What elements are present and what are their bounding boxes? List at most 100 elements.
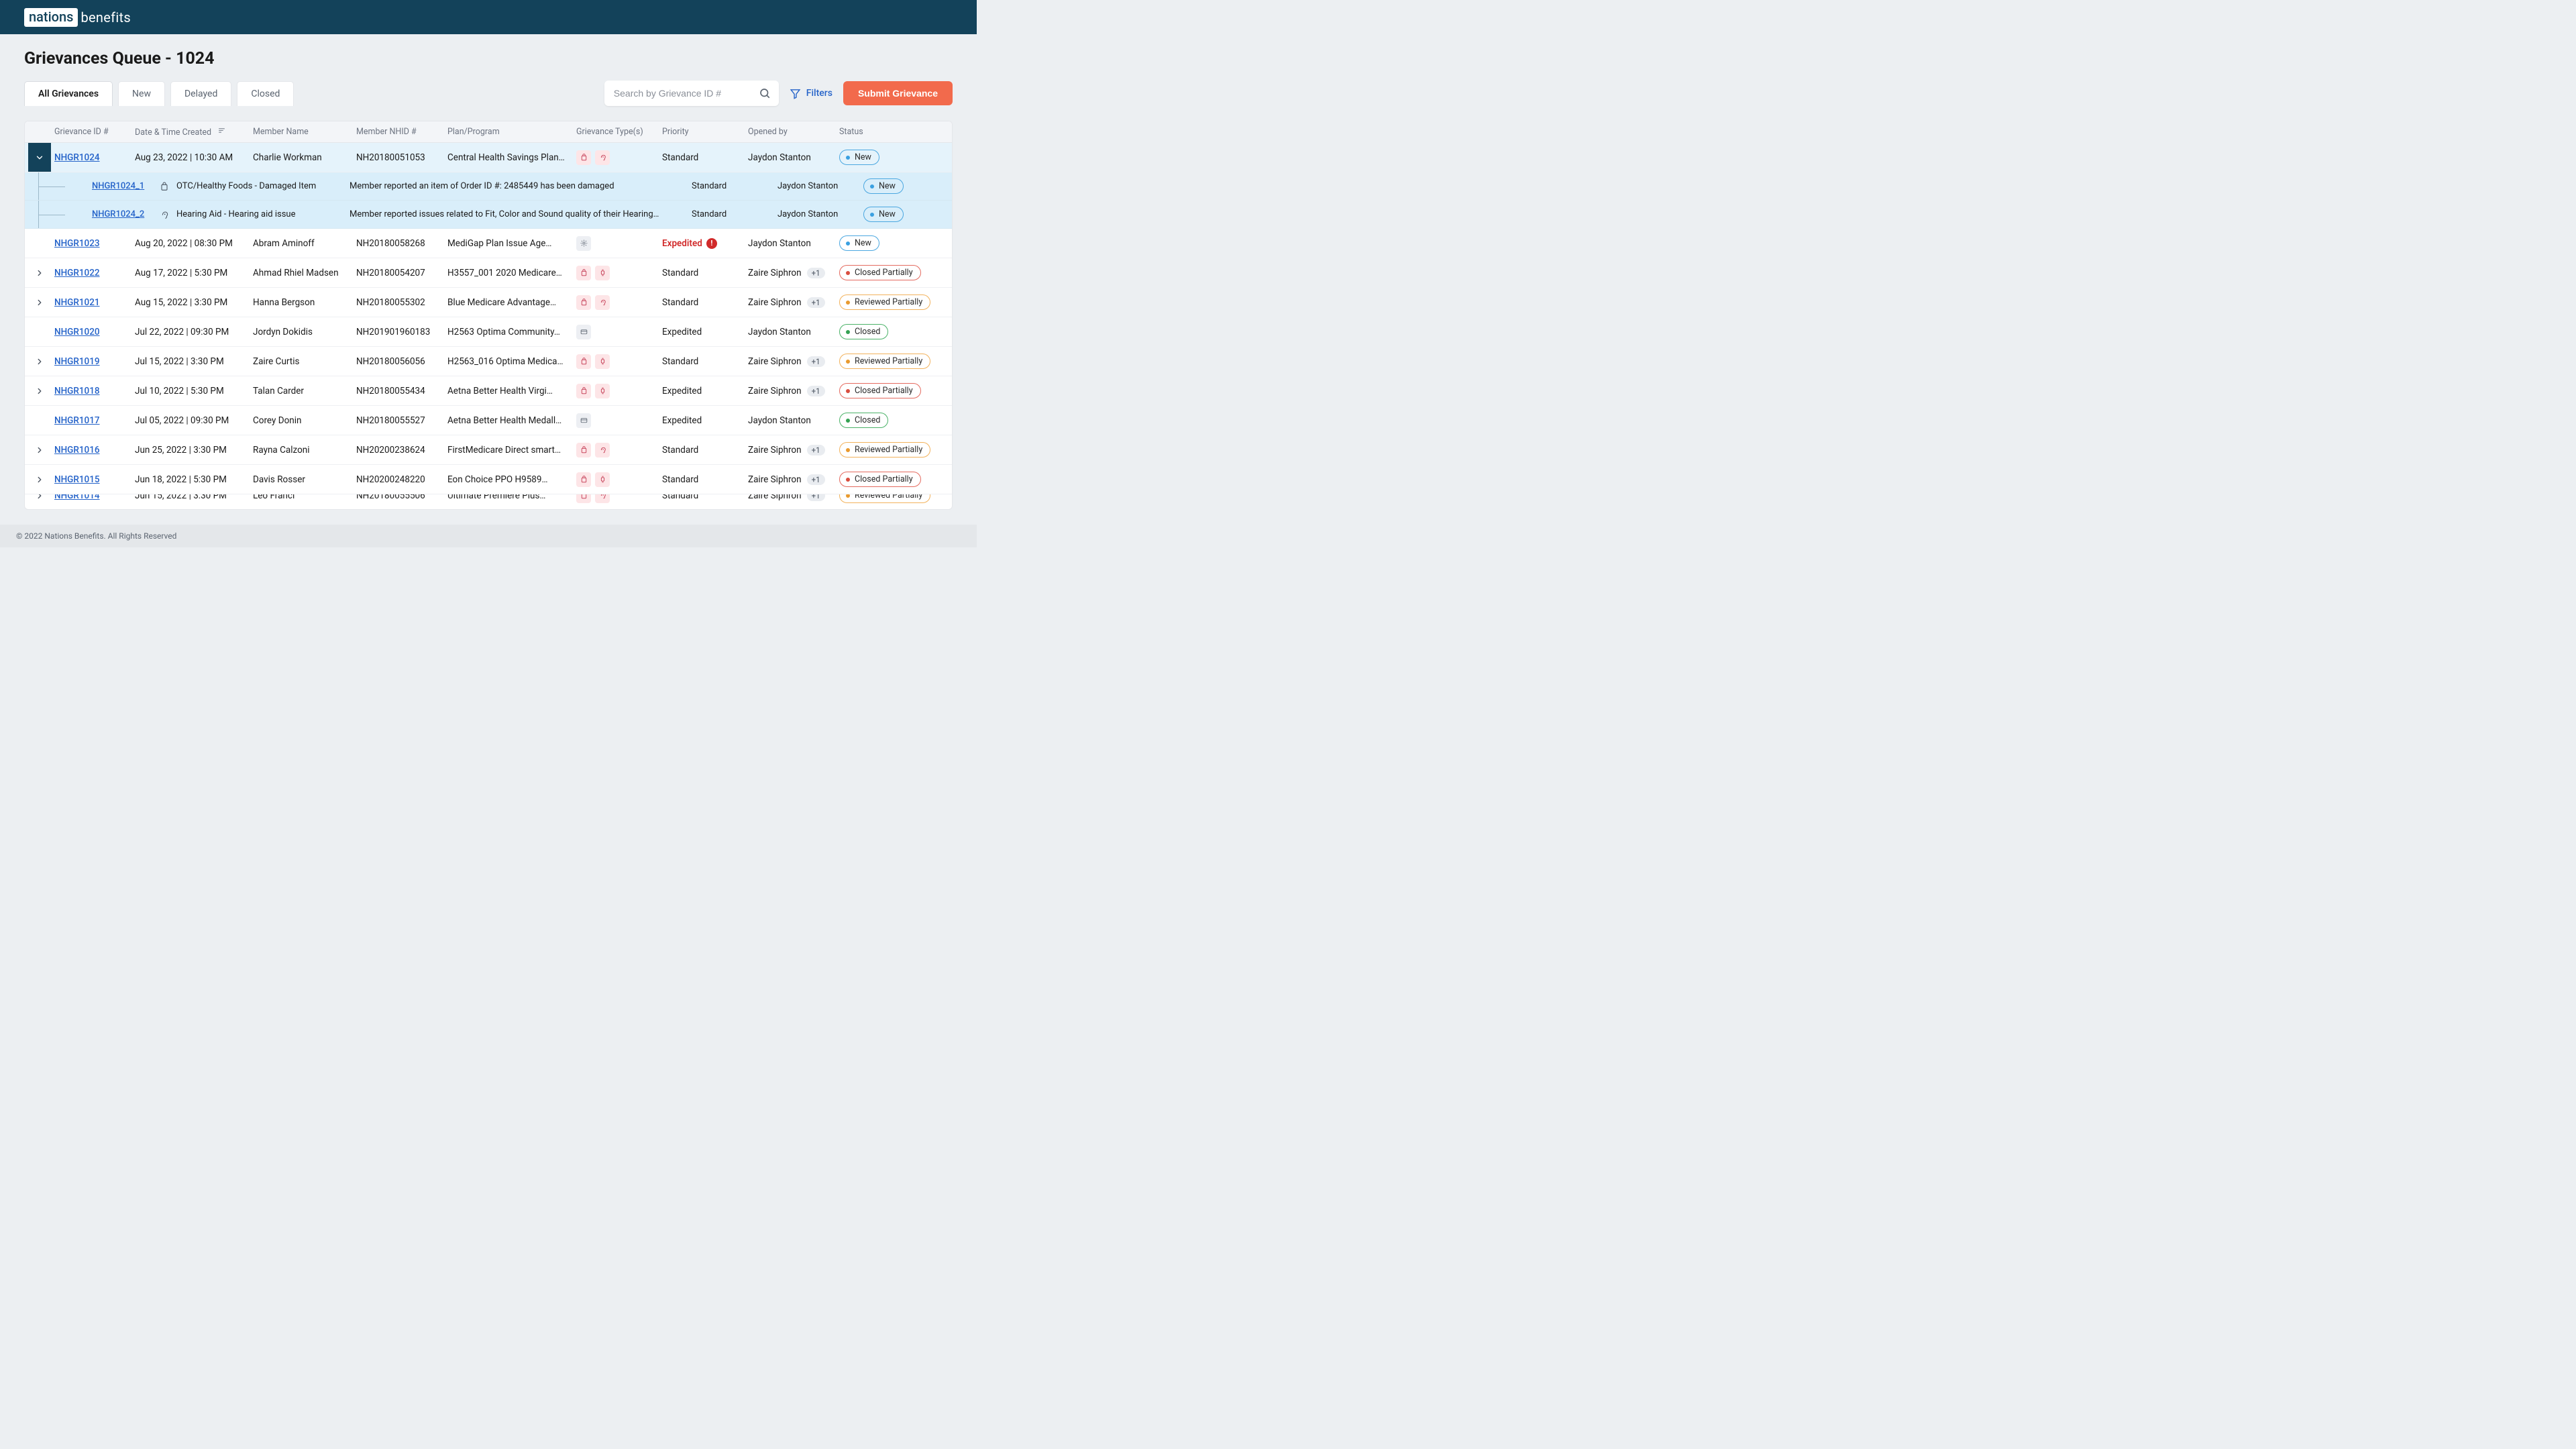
tab-closed[interactable]: Closed <box>237 81 294 106</box>
date-cell: Jul 15, 2022 | 3:30 PM <box>135 356 253 367</box>
sub-grievance-id-link[interactable]: NHGR1024_2 <box>92 209 144 219</box>
status-badge: New <box>863 178 904 194</box>
date-cell: Aug 23, 2022 | 10:30 AM <box>135 152 253 163</box>
page-title: Grievances Queue - 1024 <box>24 49 953 68</box>
chevron-cell <box>25 406 54 435</box>
status-badge: New <box>839 235 879 251</box>
col-grievance-id[interactable]: Grievance ID # <box>54 127 135 137</box>
sub-grievance-id-link[interactable]: NHGR1024_1 <box>92 181 144 191</box>
expand-button[interactable] <box>28 347 51 376</box>
ear-icon <box>159 209 170 220</box>
expand-button[interactable] <box>28 376 51 405</box>
priority-cell: Expedited! <box>662 238 748 249</box>
col-status[interactable]: Status <box>839 127 953 137</box>
type-icons-cell <box>576 413 662 428</box>
search-input[interactable] <box>614 88 759 99</box>
status-cell: Reviewed Partially <box>839 354 953 369</box>
plan-cell: H3557_001 2020 Medicare… <box>447 268 576 278</box>
collapse-button[interactable] <box>28 143 51 172</box>
col-member-name[interactable]: Member Name <box>253 127 356 137</box>
submit-grievance-button[interactable]: Submit Grievance <box>843 81 953 105</box>
grievance-id-link[interactable]: NHGR1020 <box>54 327 100 337</box>
opened-by-count-badge: +1 <box>807 297 825 308</box>
ear-icon <box>595 443 610 458</box>
tabs: All Grievances New Delayed Closed <box>24 81 294 106</box>
bag-icon <box>576 443 591 458</box>
priority-cell: Standard <box>662 356 748 367</box>
chevron-cell <box>25 494 54 503</box>
expand-button[interactable] <box>28 494 51 503</box>
nhid-cell: NH20180055506 <box>356 494 447 501</box>
watch-icon <box>595 384 610 398</box>
opened-by-cell: Jaydon Stanton <box>777 209 863 219</box>
tab-all-grievances[interactable]: All Grievances <box>24 81 113 106</box>
col-priority[interactable]: Priority <box>662 127 748 137</box>
table-row: NHGR1015 Jun 18, 2022 | 5:30 PM Davis Ro… <box>25 465 952 494</box>
opened-by-count-badge: +1 <box>807 445 825 455</box>
status-cell: Closed Partially <box>839 383 953 398</box>
filters-button[interactable]: Filters <box>790 88 833 99</box>
status-cell: New <box>839 150 953 165</box>
plan-cell: Ultimate Premiere Plus… <box>447 494 576 501</box>
chevron-cell <box>25 376 54 405</box>
col-date[interactable]: Date & Time Created <box>135 126 253 138</box>
table-row: NHGR1014 Jun 15, 2022 | 3:30 PM Leo Fran… <box>25 494 952 509</box>
nhid-cell: NH20200248220 <box>356 474 447 485</box>
plan-cell: H2563 Optima Community… <box>447 327 576 337</box>
opened-by-count-badge: +1 <box>807 386 825 396</box>
grievance-id-link[interactable]: NHGR1021 <box>54 297 100 308</box>
nhid-cell: NH20180054207 <box>356 268 447 278</box>
opened-by-cell: Jaydon Stanton <box>748 238 839 249</box>
grievance-id-link[interactable]: NHGR1016 <box>54 445 100 455</box>
expand-button[interactable] <box>28 465 51 494</box>
card-icon <box>576 325 591 339</box>
col-plan[interactable]: Plan/Program <box>447 127 576 137</box>
chevron-cell <box>25 347 54 376</box>
chevron-cell <box>25 229 54 258</box>
tab-row: All Grievances New Delayed Closed Filter… <box>24 80 953 106</box>
table-row: NHGR1017 Jul 05, 2022 | 09:30 PM Corey D… <box>25 406 952 435</box>
search-icon[interactable] <box>759 87 771 99</box>
page-body: Grievances Queue - 1024 All Grievances N… <box>0 34 977 510</box>
expand-button[interactable] <box>28 288 51 317</box>
table-row: NHGR1023 Aug 20, 2022 | 08:30 PM Abram A… <box>25 229 952 258</box>
opened-by-cell: Jaydon Stanton <box>748 327 839 337</box>
grievance-id-link[interactable]: NHGR1022 <box>54 268 100 278</box>
col-types[interactable]: Grievance Type(s) <box>576 127 662 137</box>
bag-icon <box>576 150 591 165</box>
tab-new[interactable]: New <box>118 81 165 106</box>
grievance-id-link[interactable]: NHGR1015 <box>54 474 100 485</box>
col-opened-by[interactable]: Opened by <box>748 127 839 137</box>
status-cell: Closed <box>839 324 953 339</box>
expand-button[interactable] <box>28 435 51 464</box>
table-row: NHGR1024 Aug 23, 2022 | 10:30 AM Charlie… <box>25 143 952 172</box>
grievance-id-link[interactable]: NHGR1014 <box>54 494 100 501</box>
member-name-cell: Leo Franci <box>253 494 356 501</box>
table-row: NHGR1022 Aug 17, 2022 | 5:30 PM Ahmad Rh… <box>25 258 952 288</box>
grievance-id-link[interactable]: NHGR1018 <box>54 386 100 396</box>
status-badge: Closed <box>839 413 888 428</box>
opened-by-count-badge: +1 <box>807 494 825 501</box>
app-header: nations benefits <box>0 0 977 34</box>
expand-button[interactable] <box>28 258 51 287</box>
opened-by-cell: Zaire Siphron+1 <box>748 356 839 367</box>
priority-cell: Standard <box>692 209 777 219</box>
status-badge: New <box>839 150 879 165</box>
plan-cell: MediGap Plan Issue Age… <box>447 238 576 249</box>
nhid-cell: NH20180055434 <box>356 386 447 396</box>
priority-cell: Standard <box>662 152 748 163</box>
grievance-id-link[interactable]: NHGR1024 <box>54 152 100 163</box>
nhid-cell: NH20180056056 <box>356 356 447 367</box>
status-badge: Closed Partially <box>839 472 921 487</box>
nhid-cell: NH20180055527 <box>356 415 447 426</box>
grievance-id-link[interactable]: NHGR1019 <box>54 356 100 367</box>
col-nhid[interactable]: Member NHID # <box>356 127 447 137</box>
card-icon <box>576 413 591 428</box>
tab-delayed[interactable]: Delayed <box>170 81 231 106</box>
date-cell: Jul 10, 2022 | 5:30 PM <box>135 386 253 396</box>
grievance-id-link[interactable]: NHGR1023 <box>54 238 100 249</box>
ear-icon <box>595 295 610 310</box>
grievance-id-link[interactable]: NHGR1017 <box>54 415 100 426</box>
opened-by-cell: Zaire Siphron+1 <box>748 386 839 396</box>
date-cell: Aug 20, 2022 | 08:30 PM <box>135 238 253 249</box>
